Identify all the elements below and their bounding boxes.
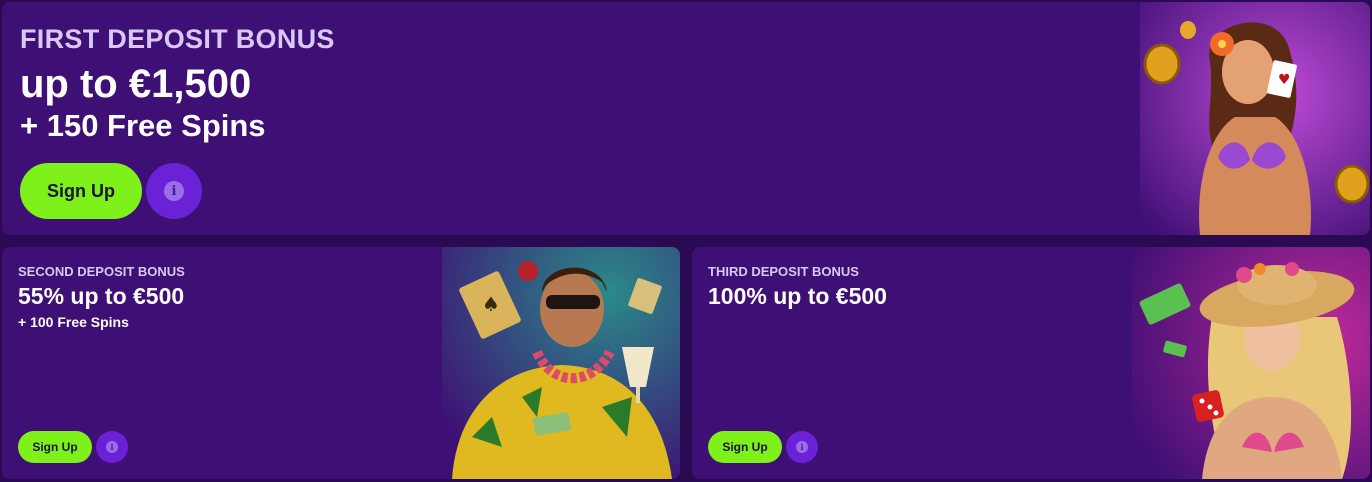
second-deposit-spins: + 100 Free Spins (18, 314, 129, 330)
second-deposit-title: SECOND DEPOSIT BONUS (18, 264, 185, 279)
third-deposit-amount: 100% up to €500 (708, 283, 887, 309)
info-icon: i (796, 441, 808, 453)
info-icon: i (106, 441, 118, 453)
woman-sun-hat-character-illustration (1132, 247, 1370, 479)
first-deposit-title: FIRST DEPOSIT BONUS (20, 24, 335, 54)
first-deposit-amount: up to €1,500 (20, 62, 252, 106)
third-deposit-card: THIRD DEPOSIT BONUS 100% up to €500 Sign… (692, 247, 1370, 479)
woman-character-illustration: ♥ (1140, 2, 1370, 235)
third-deposit-info-button[interactable]: i (786, 431, 818, 463)
second-deposit-signup-button[interactable]: Sign Up (18, 431, 92, 463)
svg-text:♠: ♠ (482, 292, 500, 316)
svg-text:♥: ♥ (1278, 72, 1291, 88)
first-deposit-info-button[interactable]: i (146, 163, 202, 219)
second-deposit-amount: 55% up to €500 (18, 283, 185, 309)
first-deposit-card: FIRST DEPOSIT BONUS up to €1,500 + 150 F… (2, 2, 1370, 235)
info-icon: i (164, 181, 184, 201)
first-deposit-signup-button[interactable]: Sign Up (20, 163, 142, 219)
third-deposit-signup-button[interactable]: Sign Up (708, 431, 782, 463)
second-deposit-card: SECOND DEPOSIT BONUS 55% up to €500 + 10… (2, 247, 680, 479)
second-deposit-info-button[interactable]: i (96, 431, 128, 463)
third-deposit-title: THIRD DEPOSIT BONUS (708, 264, 859, 279)
first-deposit-spins: + 150 Free Spins (20, 108, 266, 143)
man-character-illustration: ♠ (442, 247, 680, 479)
